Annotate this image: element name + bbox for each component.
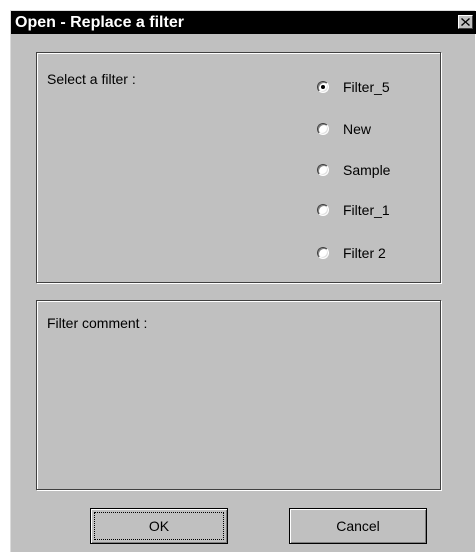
radio-button-icon[interactable] <box>317 81 329 93</box>
radio-filter-1[interactable]: Filter_1 <box>317 200 390 220</box>
radio-label[interactable]: Sample <box>343 162 390 178</box>
radio-button-icon[interactable] <box>317 247 329 259</box>
select-filter-group: Select a filter : Filter_5 New Sample Fi… <box>36 52 441 283</box>
select-filter-label: Select a filter : <box>47 71 136 87</box>
close-button[interactable] <box>458 15 473 29</box>
filter-comment-label: Filter comment : <box>47 315 148 331</box>
cancel-button[interactable]: Cancel <box>289 508 427 544</box>
window-title: Open - Replace a filter <box>15 14 184 31</box>
radio-sample[interactable]: Sample <box>317 160 390 180</box>
radio-label[interactable]: Filter 2 <box>343 245 386 261</box>
radio-filter-2[interactable]: Filter 2 <box>317 243 386 263</box>
close-icon <box>461 18 470 26</box>
filter-comment-group: Filter comment : <box>36 300 441 490</box>
radio-label[interactable]: New <box>343 121 371 137</box>
title-bar[interactable]: Open - Replace a filter <box>11 11 476 34</box>
radio-button-icon[interactable] <box>317 123 329 135</box>
radio-label[interactable]: Filter_5 <box>343 79 390 95</box>
replace-filter-dialog: Open - Replace a filter Select a filter … <box>10 10 476 552</box>
ok-button[interactable]: OK <box>90 508 228 544</box>
radio-selected-dot-icon <box>321 85 325 89</box>
radio-button-icon[interactable] <box>317 204 329 216</box>
radio-button-icon[interactable] <box>317 164 329 176</box>
radio-filter-5[interactable]: Filter_5 <box>317 77 390 97</box>
radio-new[interactable]: New <box>317 119 371 139</box>
radio-label[interactable]: Filter_1 <box>343 202 390 218</box>
